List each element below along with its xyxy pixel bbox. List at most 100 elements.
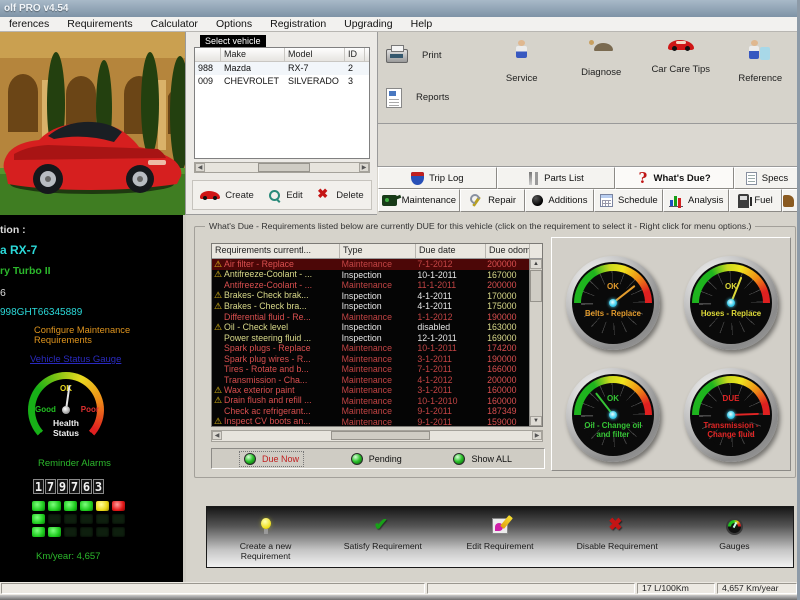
reference-icon (749, 40, 771, 59)
action-satisfy-requirement[interactable]: Satisfy Requirement (324, 507, 441, 567)
warn-icon (214, 386, 224, 396)
scroll-thumb[interactable] (258, 163, 310, 172)
requirements-hscrollbar[interactable]: ◀ ▶ (211, 430, 543, 442)
status-panel-empty-1 (1, 583, 425, 594)
due-row[interactable]: Check ac refrigerant...Maintenance9-1-20… (212, 406, 529, 417)
led-cell (64, 501, 77, 511)
window-bottom-edge (0, 595, 800, 600)
filter-pending[interactable]: Pending (347, 452, 406, 466)
service-button[interactable]: Service (482, 34, 562, 122)
filter-bar: Due Now Pending Show ALL (211, 448, 545, 469)
led-cell (112, 527, 125, 537)
tab-additions[interactable]: Additions (525, 189, 594, 212)
scroll-up-icon[interactable]: ▲ (530, 259, 542, 269)
due-row[interactable]: Oil - Check levelInspectiondisabled16300… (212, 322, 529, 333)
menu-item-registration[interactable]: Registration (261, 18, 335, 30)
chart-icon (669, 194, 683, 207)
vehicle-col-make[interactable]: Make (221, 48, 285, 61)
menu-item-options[interactable]: Options (207, 18, 261, 30)
due-row[interactable]: Air filter - ReplaceMaintenance7-1-20122… (212, 259, 529, 270)
due-row[interactable]: Inspect CV boots an...Maintenance9-1-201… (212, 417, 529, 427)
due-col-due-date[interactable]: Due date (416, 244, 486, 258)
sidebar-vin: 998GHT66345889 (0, 307, 82, 318)
action-edit-requirement[interactable]: Edit Requirement (441, 507, 558, 567)
vehicle-list-hscrollbar[interactable]: ◀ ▶ (194, 162, 370, 173)
filter-show-all[interactable]: Show ALL (449, 452, 516, 466)
reminder-alarms-label[interactable]: Reminder Alarms (38, 458, 111, 469)
filter-due-now[interactable]: Due Now (240, 452, 303, 466)
configure-requirements-link[interactable]: Configure Maintenance Requirements (34, 325, 184, 345)
menu-item-help[interactable]: Help (402, 18, 442, 30)
reports-button[interactable]: Reports (386, 88, 486, 108)
tab-schedule[interactable]: Schedule (594, 189, 663, 212)
requirements-vscrollbar[interactable]: ▲ ▼ (529, 259, 542, 426)
reference-button[interactable]: Reference (721, 34, 800, 122)
delete-vehicle-button[interactable]: Delete (317, 188, 363, 202)
gauges-panel: OKBelts - ReplaceOKHoses - ReplaceOKOil … (551, 237, 791, 471)
tab-specs[interactable]: Specs (734, 167, 800, 189)
scroll-left-icon[interactable]: ◀ (212, 431, 222, 440)
due-row[interactable]: Power steering fluid ...Inspection12-1-2… (212, 333, 529, 344)
ball-icon (532, 195, 543, 206)
diagnose-button[interactable]: Diagnose (562, 34, 642, 122)
print-button[interactable]: Print (386, 49, 486, 63)
tab-row-upper: Trip LogParts ListWhat's Due?Specs (378, 167, 800, 189)
gauge-hub (727, 411, 735, 419)
tab-trip-log[interactable]: Trip Log (378, 167, 497, 189)
gauge-hub (727, 299, 735, 307)
due-col-requirements-currentl[interactable]: Requirements currentl... (212, 244, 340, 258)
vehicle-status-gauge-link[interactable]: Vehicle Status Gauge (30, 354, 121, 365)
tab-analysis[interactable]: Analysis (663, 189, 729, 212)
tab-parts-list[interactable]: Parts List (497, 167, 616, 189)
menu-item-requirements[interactable]: Requirements (58, 18, 141, 30)
warn-icon (214, 291, 224, 301)
due-row[interactable]: Transmission - Cha...Maintenance4-1-2012… (212, 375, 529, 386)
scroll-thumb[interactable] (530, 270, 542, 302)
tab-what-s-due[interactable]: What's Due? (615, 167, 734, 189)
due-row[interactable]: Antifreeze-Coolant - ...Maintenance11-1-… (212, 280, 529, 291)
action-create-a-new-requirement[interactable]: Create a new Requirement (207, 507, 324, 567)
due-row[interactable]: Tires - Rotate and b...Maintenance7-1-20… (212, 364, 529, 375)
warn-icon (214, 260, 224, 270)
led-cell (48, 527, 61, 537)
gauge-label: Transmission - Change fluid (700, 421, 762, 439)
vehicle-row[interactable]: 988MazdaRX-72 (195, 62, 369, 75)
scroll-right-icon[interactable]: ▶ (532, 431, 542, 440)
due-col-due-odom[interactable]: Due odom (486, 244, 530, 258)
due-row[interactable]: Brakes- Check brak...Inspection4-1-20111… (212, 291, 529, 302)
menu-item-upgrading[interactable]: Upgrading (335, 18, 401, 30)
report-icon (386, 88, 402, 108)
due-row[interactable]: Differential fluid - Re...Maintenance1-1… (212, 312, 529, 323)
vehicle-row[interactable]: 009CHEVROLETSILVERADO3 (195, 75, 369, 88)
due-row[interactable]: Antifreeze-Coolant - ...Inspection10-1-2… (212, 270, 529, 281)
menu-item-ferences[interactable]: ferences (0, 18, 58, 30)
scroll-left-icon[interactable]: ◀ (195, 163, 205, 172)
tab-fuel[interactable]: Fuel (729, 189, 782, 212)
action-disable-requirement[interactable]: Disable Requirement (559, 507, 676, 567)
car-care-tips-button[interactable]: Car Care Tips (641, 34, 721, 122)
create-vehicle-button[interactable]: Create (200, 190, 254, 201)
due-row[interactable]: Spark plugs - ReplaceMaintenance10-1-201… (212, 343, 529, 354)
tab-repair[interactable]: Repair (460, 189, 526, 212)
due-row[interactable]: Drain flush and refill ...Maintenance10-… (212, 396, 529, 407)
scroll-down-icon[interactable]: ▼ (530, 416, 542, 426)
gauge-belts-replace: OKBelts - Replace (566, 256, 660, 350)
led-cell (96, 501, 109, 511)
action-gauges[interactable]: Gauges (676, 507, 793, 567)
due-row[interactable]: Brakes - Check bra...Inspection4-1-20111… (212, 301, 529, 312)
led-cell (48, 514, 61, 524)
due-row[interactable]: Spark plug wires - R...Maintenance3-1-20… (212, 354, 529, 365)
vehicle-col-blank[interactable] (195, 48, 221, 61)
vehicle-col-model[interactable]: Model (285, 48, 345, 61)
gauge-status: OK (572, 394, 654, 403)
scroll-thumb[interactable] (331, 431, 430, 440)
menu-item-calculator[interactable]: Calculator (142, 18, 207, 30)
due-row[interactable]: Wax exterior paintMaintenance3-1-2011160… (212, 385, 529, 396)
select-vehicle-label: Select vehicle (200, 35, 266, 47)
vehicle-col-id[interactable]: ID (345, 48, 365, 61)
status-bar: 17 L/100Km 4,657 Km/year (0, 582, 800, 595)
due-col-type[interactable]: Type (340, 244, 416, 258)
scroll-right-icon[interactable]: ▶ (359, 163, 369, 172)
tab-maintenance[interactable]: Maintenance (378, 189, 460, 212)
edit-vehicle-button[interactable]: Edit (268, 189, 302, 202)
